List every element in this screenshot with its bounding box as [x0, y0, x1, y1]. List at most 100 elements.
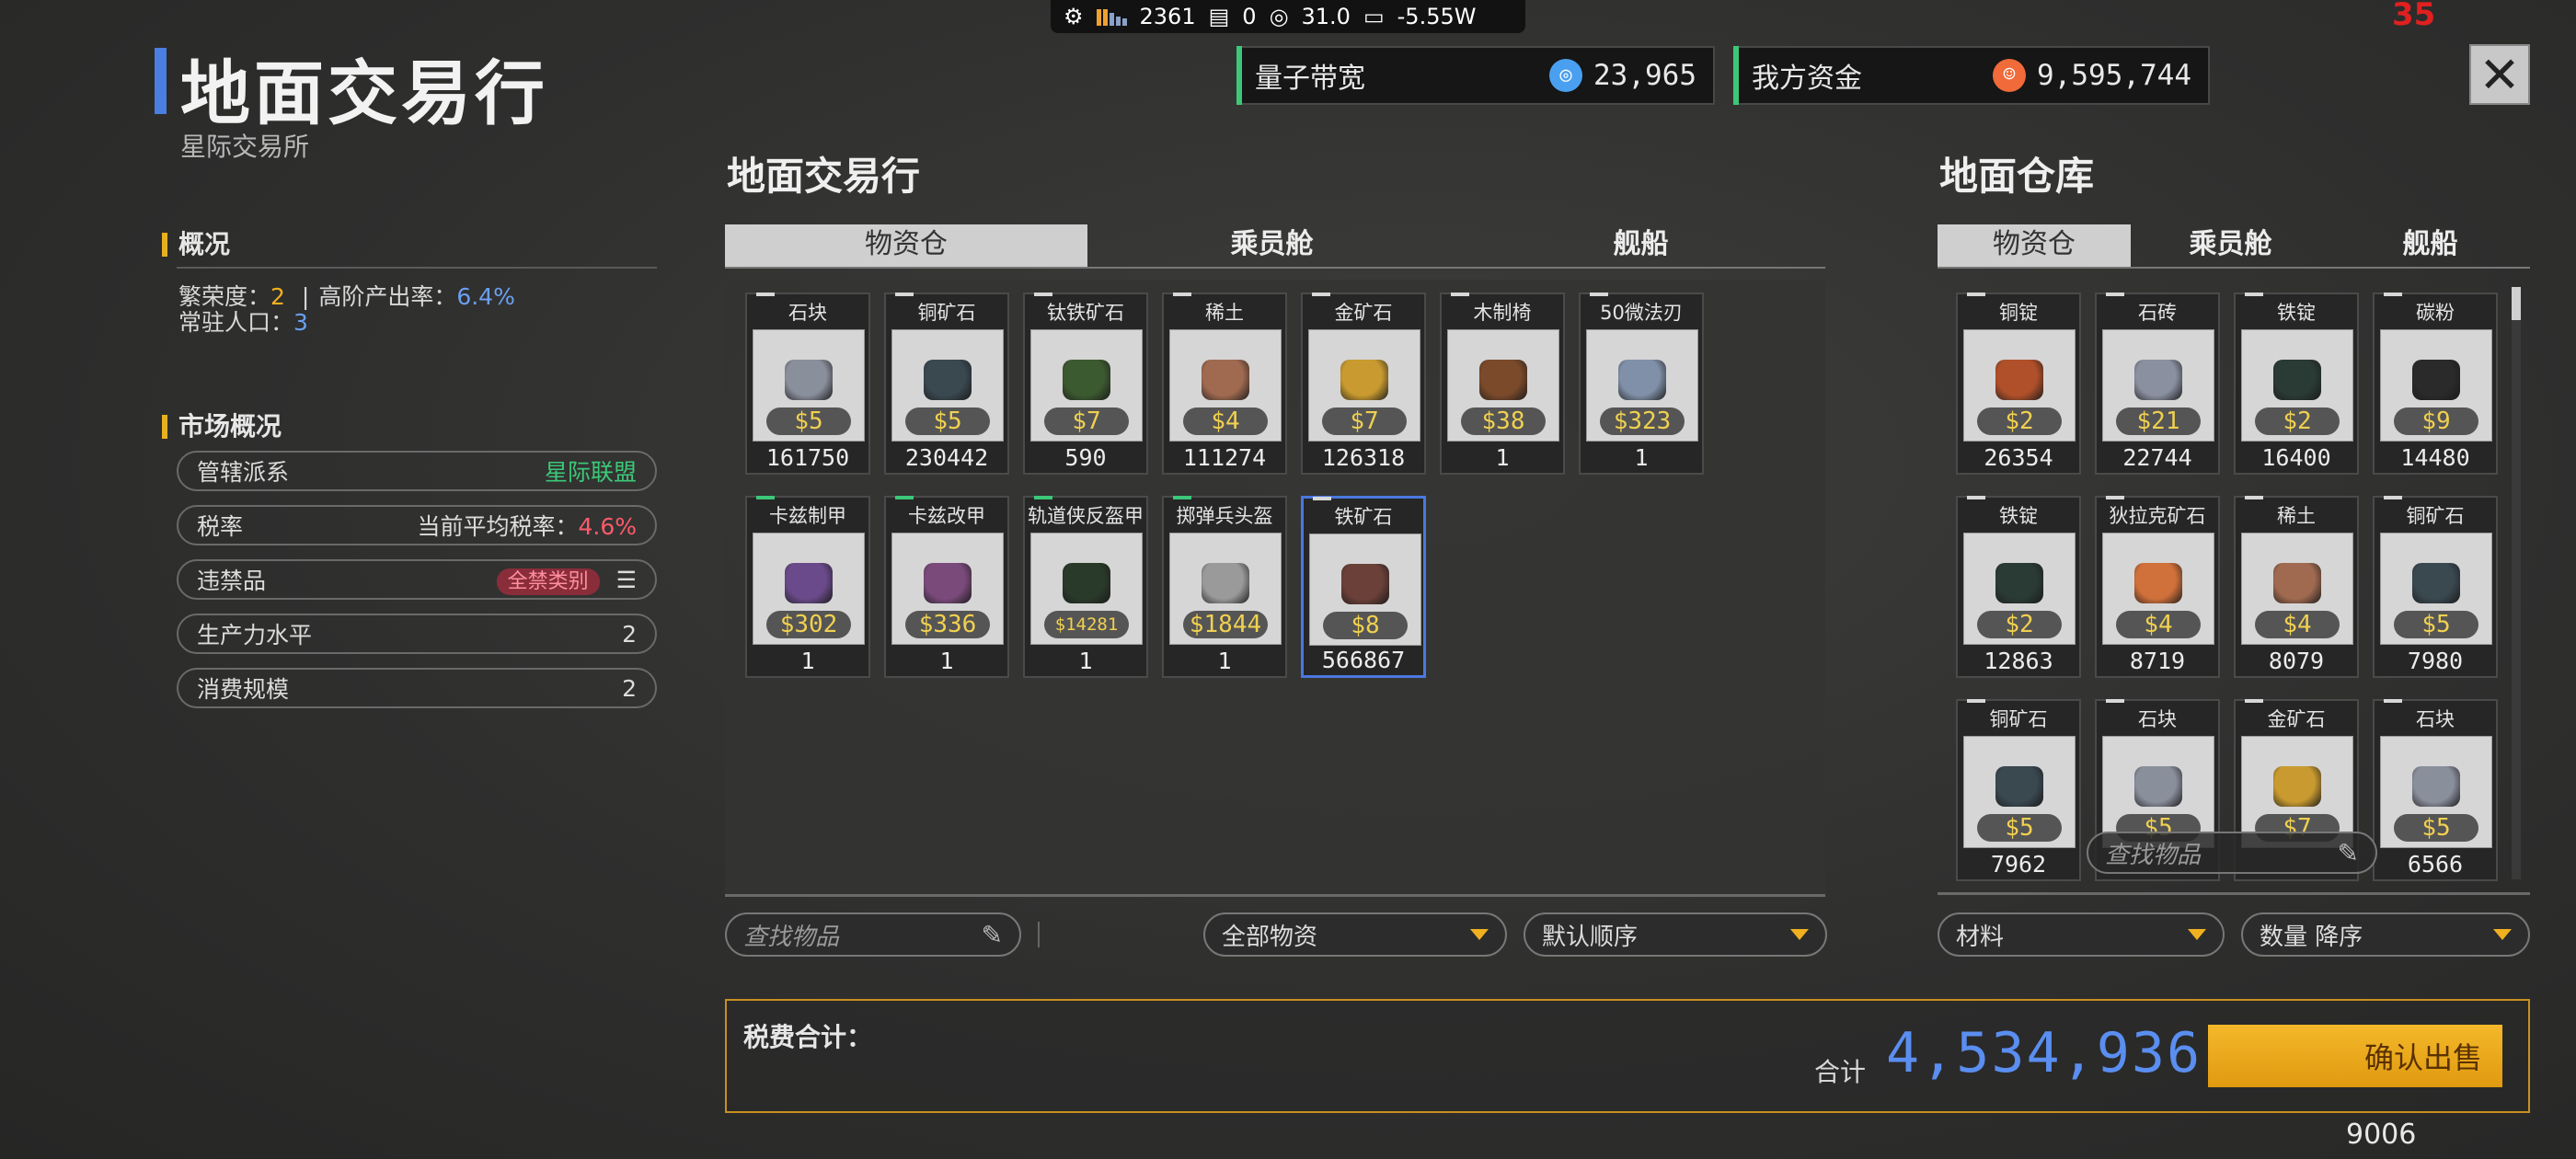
item-tick	[756, 496, 775, 499]
tax-value: 4.6%	[578, 513, 637, 540]
item-thumbnail: $5	[2380, 533, 2492, 645]
item-card[interactable]: 铜矿石 $5 230442	[884, 293, 1009, 475]
item-card[interactable]: 碳粉 $9 14480	[2373, 293, 2498, 475]
title-accent	[155, 48, 167, 114]
item-card[interactable]: 50微法刃 $323 1	[1579, 293, 1704, 475]
funds-info: ☺ 9,595,744	[1993, 59, 2191, 92]
overview-stats-line2: 常驻人口：3	[178, 309, 308, 337]
chevron-down-icon	[2188, 929, 2206, 940]
item-card[interactable]: 卡兹制甲 $302 1	[745, 496, 870, 678]
battery-icon: ▭	[1363, 4, 1385, 29]
item-card[interactable]: 狄拉克矿石 $4 8719	[2095, 496, 2220, 678]
tab-warehouse-materials[interactable]: 物资仓	[1938, 224, 2131, 267]
item-name: 铜矿石	[917, 302, 976, 324]
item-thumbnail: $4	[1169, 329, 1282, 442]
item-name: 卡兹制甲	[769, 505, 846, 527]
item-card[interactable]: 掷弹兵头盔 $1844 1	[1162, 496, 1287, 678]
item-name: 铜矿石	[2406, 505, 2465, 527]
item-count: 111274	[1182, 444, 1267, 471]
market-search-placeholder: 查找物品	[743, 923, 840, 951]
item-name: 石块	[2138, 708, 2177, 730]
item-card[interactable]: 铜矿石 $5 7962	[1956, 699, 2081, 881]
item-card[interactable]: 石块 $5 161750	[745, 293, 870, 475]
item-card[interactable]: 铁矿石 $8 566867	[1301, 496, 1426, 678]
tab-warehouse-ships[interactable]: 舰船	[2330, 224, 2530, 267]
memory-icon: ▤	[1208, 4, 1230, 29]
item-icon	[2412, 563, 2460, 603]
item-card[interactable]: 钛铁矿石 $7 590	[1023, 293, 1148, 475]
item-tick	[2245, 496, 2263, 499]
item-card[interactable]: 稀土 $4 8079	[2234, 496, 2359, 678]
cpu-value: 2361	[1139, 4, 1196, 29]
item-count: 26354	[1984, 444, 2053, 471]
item-price: $5	[766, 407, 851, 435]
item-card[interactable]: 轨道侠反盔甲 $14281 1	[1023, 496, 1148, 678]
item-count: 1	[1078, 648, 1093, 674]
list-icon[interactable]: ☰	[616, 567, 637, 593]
item-name: 钛铁矿石	[1047, 302, 1124, 324]
item-card[interactable]: 铜矿石 $5 7980	[2373, 496, 2498, 678]
item-card[interactable]: 稀土 $4 111274	[1162, 293, 1287, 475]
market-filter-dropdown[interactable]: 全部物资	[1203, 912, 1507, 957]
faction-value: 星际联盟	[544, 459, 637, 486]
item-count: 12863	[1984, 648, 2053, 674]
item-card[interactable]: 铁锭 $2 12863	[1956, 496, 2081, 678]
item-name: 铜锭	[1999, 302, 2038, 324]
item-count: 1	[939, 648, 954, 674]
tab-warehouse-crew[interactable]: 乘员舱	[2131, 224, 2330, 267]
item-icon	[1479, 360, 1527, 400]
item-tick	[2384, 699, 2402, 703]
market-contraband-row[interactable]: 违禁品 全禁类别 ☰	[177, 559, 657, 600]
item-icon	[2412, 766, 2460, 807]
item-tick	[2245, 293, 2263, 296]
item-card[interactable]: 铜锭 $2 26354	[1956, 293, 2081, 475]
warehouse-tabs: 物资仓 乘员舱 舰船	[1938, 224, 2530, 269]
tab-market-ships[interactable]: 舰船	[1456, 224, 1825, 267]
item-tick	[2106, 293, 2124, 296]
close-button[interactable]: ✕	[2469, 44, 2530, 105]
item-icon	[785, 360, 833, 400]
item-name: 石块	[2416, 708, 2455, 730]
item-card[interactable]: 卡兹改甲 $336 1	[884, 496, 1009, 678]
market-sort-dropdown[interactable]: 默认顺序	[1524, 912, 1827, 957]
warehouse-sort-dropdown[interactable]: 数量 降序	[2241, 912, 2530, 957]
item-card[interactable]: 石块 $5 6566	[2373, 699, 2498, 881]
item-tick	[1034, 496, 1052, 499]
tab-market-crew[interactable]: 乘员舱	[1087, 224, 1456, 267]
item-count: 566867	[1321, 647, 1406, 673]
item-card[interactable]: 石砖 $21 22744	[2095, 293, 2220, 475]
tax-text: 当前平均税率：	[417, 513, 579, 540]
warehouse-scrollbar[interactable]	[2512, 287, 2521, 879]
warehouse-filter-value: 材料	[1956, 923, 2005, 951]
market-tax-row: 税率 当前平均税率：4.6%	[177, 505, 657, 545]
item-thumbnail: $38	[1447, 329, 1559, 442]
item-card[interactable]: 木制椅 $38 1	[1440, 293, 1565, 475]
tax-label: 税率	[197, 513, 244, 540]
item-name: 金矿石	[1334, 302, 1393, 324]
item-name: 碳粉	[2416, 302, 2455, 324]
item-name: 卡兹改甲	[908, 505, 985, 527]
scrollbar-thumb[interactable]	[2512, 287, 2521, 320]
chevron-down-icon	[1790, 929, 1809, 940]
warehouse-search-input[interactable]: 查找物品 ✎	[2087, 832, 2377, 874]
item-tick	[2384, 496, 2402, 499]
warehouse-filter-dropdown[interactable]: 材料	[1938, 912, 2225, 957]
tab-market-materials[interactable]: 物资仓	[725, 224, 1087, 267]
item-icon	[1202, 360, 1249, 400]
confirm-sell-button[interactable]: 确认出售	[2208, 1025, 2502, 1087]
item-count: 7962	[1990, 851, 2047, 878]
item-icon	[2273, 360, 2321, 400]
item-card[interactable]: 铁锭 $2 16400	[2234, 293, 2359, 475]
item-icon	[1063, 563, 1110, 603]
page-title: 地面交易行	[180, 52, 548, 134]
warehouse-item-grid: 铜锭 $2 26354 石砖 $21 22744 铁锭 $2 16400 碳粉 $9 14480 铁锭 $…	[1938, 280, 2508, 881]
memory-value: 0	[1242, 4, 1257, 29]
item-card[interactable]: 金矿石 $7 126318	[1301, 293, 1426, 475]
pencil-icon: ✎	[2337, 837, 2359, 868]
item-price: $7	[1044, 407, 1129, 435]
item-tick	[1173, 496, 1191, 499]
item-thumbnail: $2	[1963, 329, 2076, 442]
cpu-icon: ⚙	[1064, 4, 1084, 29]
market-search-input[interactable]: 查找物品 ✎	[725, 912, 1021, 957]
item-tick	[1967, 496, 1985, 499]
